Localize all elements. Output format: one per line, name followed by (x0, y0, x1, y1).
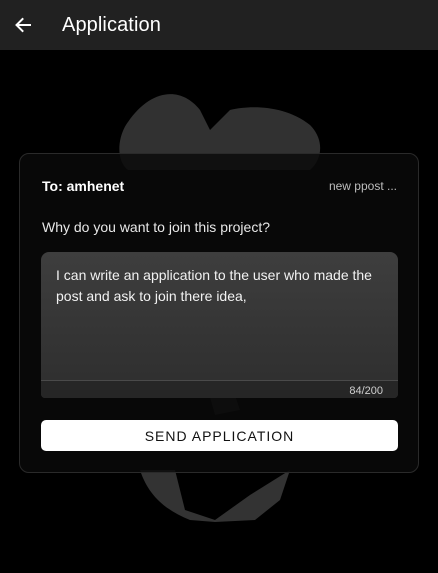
send-application-button[interactable]: SEND APPLICATION (41, 420, 398, 451)
arrow-left-icon (14, 16, 32, 34)
application-card: To: amhenet new ppost ... Why do you wan… (19, 153, 419, 473)
message-text[interactable]: I can write an application to the user w… (56, 265, 384, 307)
page-title: Application (62, 13, 161, 36)
field-underline (41, 380, 398, 398)
back-button[interactable] (0, 0, 46, 50)
app-bar: Application (0, 0, 438, 50)
application-message-field[interactable]: I can write an application to the user w… (41, 252, 398, 398)
recipient-row: To: amhenet new ppost ... (42, 178, 397, 194)
character-counter: 84/200 (349, 385, 383, 397)
post-name: new ppost ... (328, 179, 397, 193)
application-screen: Application To: amhenet new ppost ... Wh… (0, 0, 438, 573)
question-text: Why do you want to join this project? (42, 219, 271, 235)
recipient-label: To: amhenet (42, 178, 125, 194)
